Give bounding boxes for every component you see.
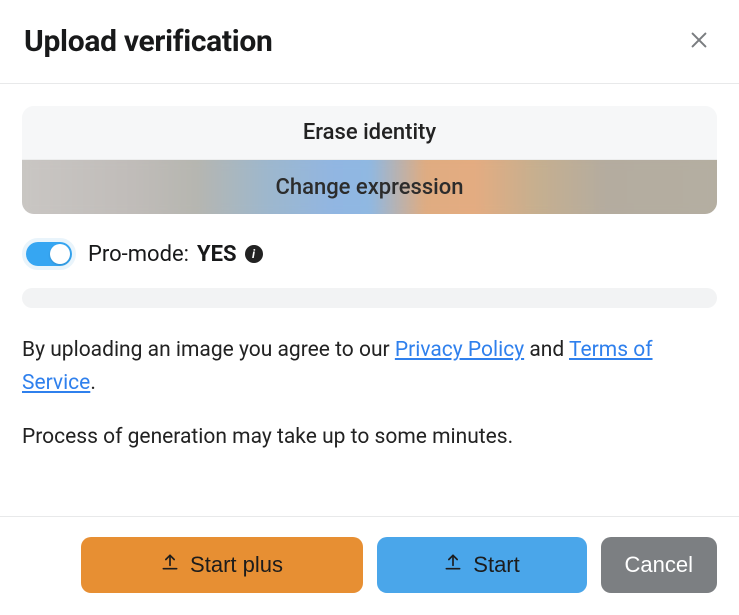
mode-selector: Erase identity Change expression	[22, 106, 717, 214]
privacy-policy-link[interactable]: Privacy Policy	[395, 338, 524, 362]
tab-erase-identity-label: Erase identity	[303, 120, 436, 145]
pro-mode-toggle[interactable]	[22, 238, 76, 270]
upload-icon	[443, 552, 463, 578]
info-icon[interactable]: i	[245, 245, 263, 263]
generation-note: Process of generation may take up to som…	[22, 425, 717, 449]
close-icon	[688, 29, 710, 54]
tab-change-expression[interactable]: Change expression	[22, 160, 717, 214]
agreement-suffix: .	[90, 371, 96, 395]
cancel-label: Cancel	[625, 552, 693, 578]
pro-mode-label-text: Pro-mode:	[88, 242, 189, 267]
modal-footer: Start plus Start Cancel	[0, 516, 739, 615]
progress-bar	[22, 288, 717, 308]
modal-body: Erase identity Change expression Pro-mod…	[0, 84, 739, 516]
pro-mode-row: Pro-mode: YES i	[22, 238, 717, 270]
modal-title: Upload verification	[24, 24, 273, 59]
pro-mode-value: YES	[197, 242, 237, 267]
start-button[interactable]: Start	[377, 537, 587, 593]
tab-erase-identity[interactable]: Erase identity	[22, 106, 717, 160]
start-plus-button[interactable]: Start plus	[81, 537, 363, 593]
modal-header: Upload verification	[0, 0, 739, 84]
tab-change-expression-label: Change expression	[276, 175, 464, 200]
start-label: Start	[473, 552, 519, 578]
agreement-prefix: By uploading an image you agree to our	[22, 338, 395, 362]
agreement-text: By uploading an image you agree to our P…	[22, 334, 717, 399]
start-plus-label: Start plus	[190, 552, 283, 578]
agreement-middle: and	[524, 338, 569, 362]
pro-mode-label: Pro-mode: YES i	[88, 242, 263, 267]
cancel-button[interactable]: Cancel	[601, 537, 717, 593]
upload-icon	[160, 552, 180, 578]
upload-verification-modal: Upload verification Erase identity Chang…	[0, 0, 739, 615]
close-button[interactable]	[683, 26, 715, 58]
